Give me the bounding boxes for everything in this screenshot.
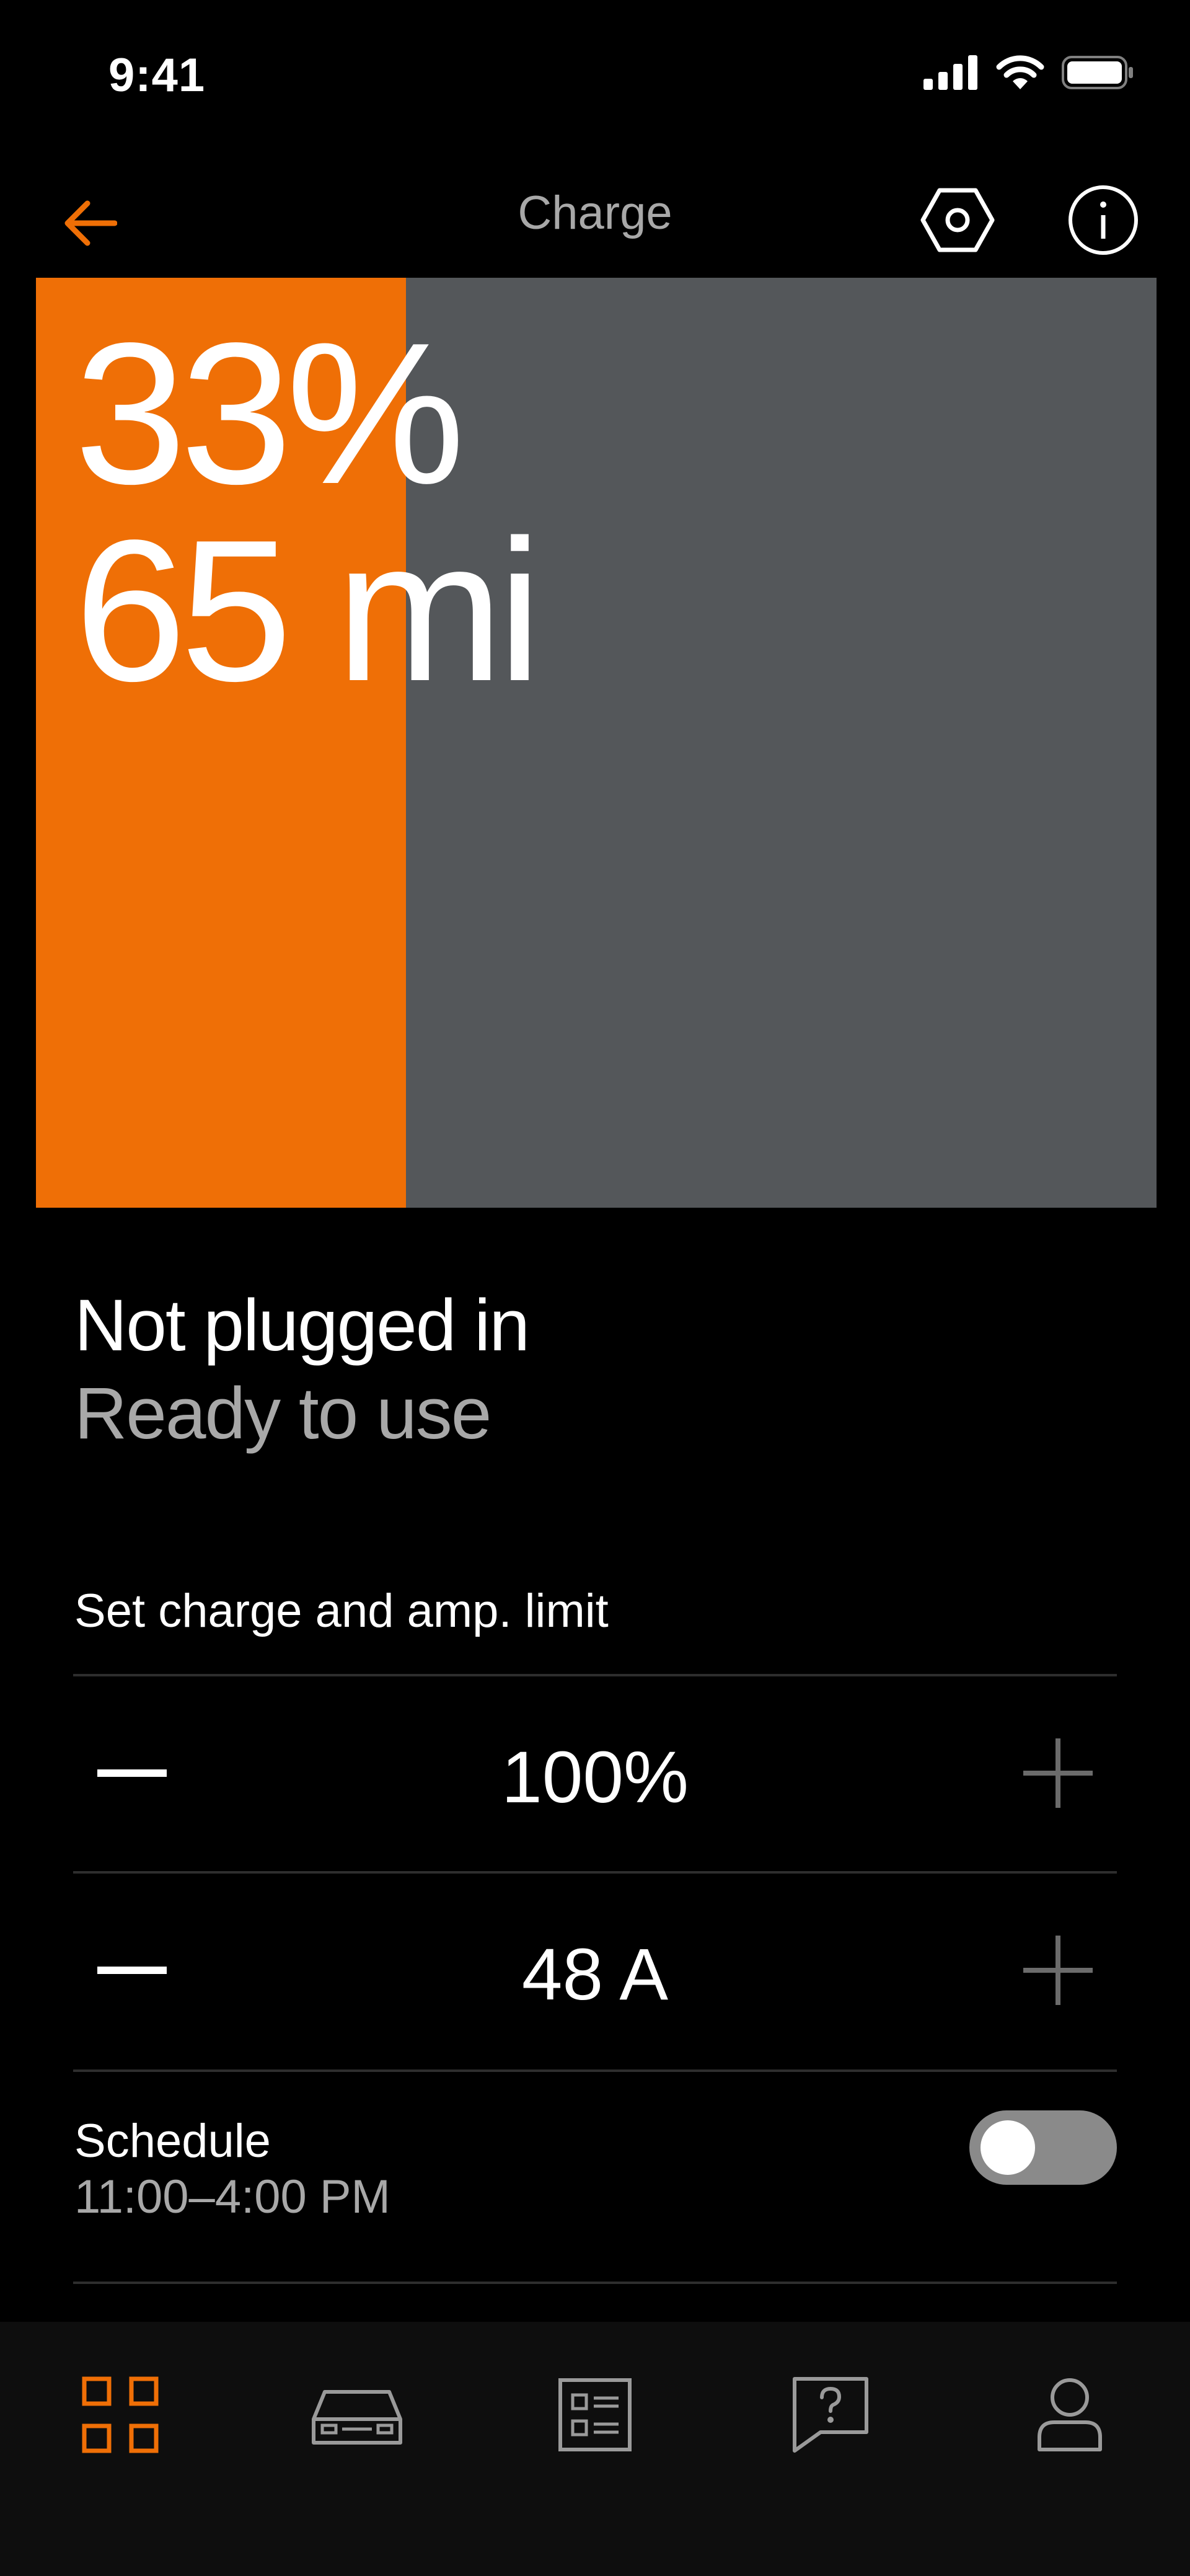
amp-limit-value: 48 A — [521, 1934, 669, 2016]
schedule-time-range: 11:00–4:00 PM — [74, 2171, 390, 2223]
divider — [73, 2282, 1117, 2284]
toggle-knob — [981, 2120, 1035, 2175]
charge-limit-stepper: 100% — [73, 1676, 1117, 1870]
page-title: Charge — [518, 187, 672, 239]
tab-profile[interactable] — [1014, 2359, 1126, 2471]
schedule-toggle[interactable] — [969, 2110, 1117, 2185]
header: Charge — [0, 167, 1190, 267]
profile-icon — [1038, 2378, 1102, 2451]
cellular-signal-icon — [923, 55, 977, 90]
status-time: 9:41 — [108, 49, 206, 102]
tab-checklist[interactable] — [539, 2359, 651, 2471]
status-icons — [923, 55, 1134, 91]
amp-limit-increase-button[interactable] — [1018, 1933, 1098, 2007]
tab-bar — [0, 2322, 1190, 2576]
charge-limit-increase-button[interactable] — [1018, 1736, 1098, 1810]
wifi-icon — [996, 55, 1044, 89]
settings-button[interactable] — [917, 180, 998, 260]
limits-section-title: Set charge and amp. limit — [74, 1585, 609, 1637]
battery-icon — [1062, 56, 1133, 89]
plug-status: Not plugged in — [74, 1285, 530, 1366]
tab-vehicle[interactable] — [301, 2359, 413, 2471]
car-icon — [312, 2390, 402, 2445]
status-bar: 9:41 — [0, 0, 1190, 155]
help-chat-icon — [793, 2377, 868, 2453]
battery-percent: 33% — [74, 301, 465, 526]
info-icon — [1069, 185, 1138, 255]
battery-range: 65 mi — [74, 498, 542, 723]
schedule-label: Schedule — [74, 2115, 271, 2167]
battery-panel: 33% 65 mi — [36, 278, 1157, 1208]
grid-icon — [82, 2376, 159, 2453]
tab-help[interactable] — [775, 2359, 886, 2471]
battery-readout: 33% 65 mi — [74, 301, 542, 723]
info-button[interactable] — [1063, 180, 1144, 260]
amp-limit-stepper: 48 A — [73, 1874, 1117, 2067]
hexagon-settings-icon — [920, 188, 995, 252]
plus-icon — [1023, 1738, 1093, 1808]
checklist-icon — [558, 2378, 632, 2451]
plus-icon — [1023, 1936, 1093, 2005]
divider — [73, 2069, 1117, 2072]
charge-limit-value: 100% — [501, 1737, 689, 1818]
ready-status: Ready to use — [74, 1373, 491, 1454]
tab-dashboard[interactable] — [64, 2359, 176, 2471]
